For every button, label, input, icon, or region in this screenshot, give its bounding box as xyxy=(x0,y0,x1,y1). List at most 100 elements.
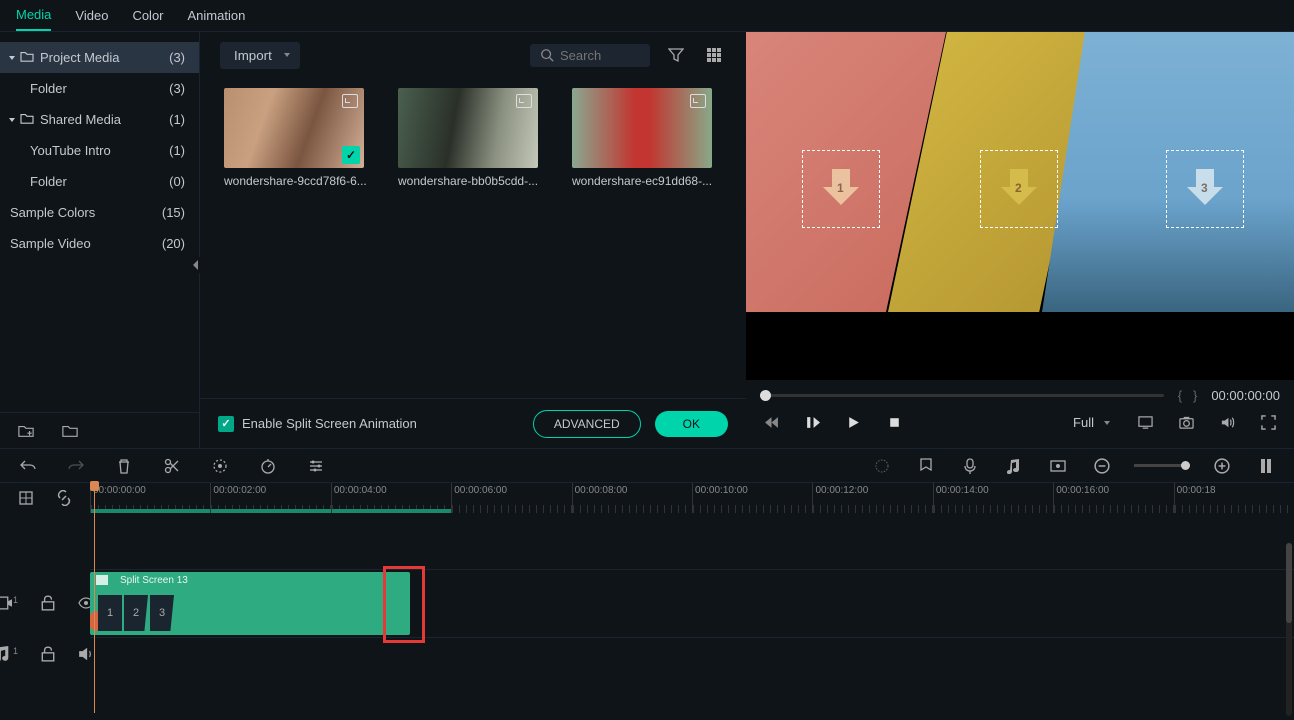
drop-zone-1[interactable]: 1 xyxy=(802,150,880,228)
thumb-name: wondershare-9ccd78f6-6... xyxy=(224,168,374,188)
ok-button[interactable]: OK xyxy=(655,411,728,437)
sidebar-item-sample-colors[interactable]: Sample Colors (15) xyxy=(0,197,199,228)
video-track-row: 1 Split Screen 13 1 2 3 xyxy=(0,569,1294,637)
enable-split-screen-checkbox[interactable]: ✓ xyxy=(218,416,234,432)
voiceover-icon[interactable] xyxy=(958,454,982,478)
main-row: Project Media (3) Folder (3) Shared Medi… xyxy=(0,32,1294,448)
link-icon[interactable] xyxy=(52,486,76,510)
check-icon: ✓ xyxy=(342,146,360,164)
volume-icon[interactable] xyxy=(1216,411,1239,434)
sidebar-count: (3) xyxy=(169,50,185,65)
sidebar-item-shared-media[interactable]: Shared Media (1) xyxy=(0,104,199,135)
grid-view-icon[interactable] xyxy=(702,43,726,67)
track-video-icon[interactable]: 1 xyxy=(0,591,22,615)
delete-icon[interactable] xyxy=(112,454,136,478)
import-button[interactable]: Import xyxy=(220,42,300,69)
display-icon[interactable] xyxy=(1134,411,1157,434)
timecode-display: 00:00:00:00 xyxy=(1211,388,1280,403)
tab-video[interactable]: Video xyxy=(75,1,108,30)
zoom-fit-icon[interactable] xyxy=(1254,454,1278,478)
sidebar-item-youtube-intro[interactable]: YouTube Intro (1) xyxy=(0,135,199,166)
media-thumb-2[interactable]: wondershare-bb0b5cdd-... xyxy=(398,88,548,188)
media-thumb-1[interactable]: ✓ wondershare-9ccd78f6-6... xyxy=(224,88,374,188)
folder-icon[interactable] xyxy=(58,419,82,443)
sidebar-label: YouTube Intro xyxy=(30,143,111,158)
timeline-clip[interactable]: Split Screen 13 1 2 3 xyxy=(90,572,410,635)
sidebar-label: Sample Video xyxy=(10,236,91,251)
folder-icon xyxy=(20,112,34,127)
scrub-slider[interactable] xyxy=(760,394,1164,397)
record-icon[interactable] xyxy=(1046,454,1070,478)
fullscreen-icon[interactable] xyxy=(1257,411,1280,434)
sidebar-item-folder-1[interactable]: Folder (3) xyxy=(0,73,199,104)
sidebar-count: (0) xyxy=(169,174,185,189)
sidebar-count: (1) xyxy=(169,143,185,158)
drop-zone-3[interactable]: 3 xyxy=(1166,150,1244,228)
sidebar-count: (20) xyxy=(162,236,185,251)
media-thumb-3[interactable]: wondershare-ec91dd68-... xyxy=(572,88,722,188)
media-panel: Import ✓ wondershare-9ccd78f6-6... wonde… xyxy=(200,32,746,448)
undo-icon[interactable] xyxy=(16,454,40,478)
adjust-icon[interactable] xyxy=(304,454,328,478)
playhead[interactable] xyxy=(94,483,95,713)
preview-canvas[interactable]: 1 2 3 xyxy=(746,32,1294,380)
tab-animation[interactable]: Animation xyxy=(188,1,246,30)
sidebar-label: Sample Colors xyxy=(10,205,95,220)
zoom-out-icon[interactable] xyxy=(1090,454,1114,478)
split-screen-clip-icon xyxy=(96,575,108,585)
play-icon[interactable] xyxy=(842,411,865,434)
arrow-down-icon: 2 xyxy=(997,167,1041,211)
arrow-down-icon: 1 xyxy=(819,167,863,211)
track-audio-icon[interactable]: 1 xyxy=(0,642,22,666)
clip-seg-1: 1 xyxy=(98,595,122,631)
zoom-in-icon[interactable] xyxy=(1210,454,1234,478)
redo-icon[interactable] xyxy=(64,454,88,478)
search-field[interactable] xyxy=(560,48,640,63)
sidebar-label: Project Media xyxy=(40,50,119,65)
filter-icon[interactable] xyxy=(664,43,688,67)
clip-seg-3: 3 xyxy=(150,595,174,631)
tab-color[interactable]: Color xyxy=(132,1,163,30)
play-pause-icon[interactable] xyxy=(801,411,824,434)
tab-media[interactable]: Media xyxy=(16,0,51,31)
search-icon xyxy=(540,48,554,62)
arrow-down-icon: 3 xyxy=(1183,167,1227,211)
clip-seg-2: 2 xyxy=(124,595,148,631)
top-tab-bar: Media Video Color Animation xyxy=(0,0,1294,32)
stop-icon[interactable] xyxy=(883,411,906,434)
search-input[interactable] xyxy=(530,44,650,67)
clip-type-icon xyxy=(690,94,706,108)
drop-zone-2[interactable]: 2 xyxy=(980,150,1058,228)
prev-frame-icon[interactable] xyxy=(760,411,783,434)
timeline-scrollbar[interactable] xyxy=(1286,543,1292,716)
lock-icon[interactable] xyxy=(36,591,60,615)
audio-mixer-icon[interactable] xyxy=(1002,454,1026,478)
crop-icon[interactable] xyxy=(208,454,232,478)
mark-in-out-icon[interactable]: { } xyxy=(1178,388,1198,403)
clip-type-icon xyxy=(342,94,358,108)
snapshot-icon[interactable] xyxy=(1175,411,1198,434)
thumb-name: wondershare-bb0b5cdd-... xyxy=(398,168,548,188)
sidebar-label: Folder xyxy=(30,81,67,96)
zoom-slider[interactable] xyxy=(1134,464,1190,467)
preview-mode-dropdown[interactable]: Full xyxy=(1073,415,1116,430)
media-sidebar: Project Media (3) Folder (3) Shared Medi… xyxy=(0,32,200,448)
render-icon[interactable] xyxy=(870,454,894,478)
clip-name: Split Screen 13 xyxy=(90,572,410,589)
lock-icon[interactable] xyxy=(36,642,60,666)
sidebar-label: Folder xyxy=(30,174,67,189)
marker-icon[interactable] xyxy=(914,454,938,478)
audio-track-row: 1 xyxy=(0,637,1294,671)
split-icon[interactable] xyxy=(160,454,184,478)
sidebar-item-project-media[interactable]: Project Media (3) xyxy=(0,42,199,73)
sidebar-collapse-handle[interactable] xyxy=(190,257,200,273)
sidebar-count: (3) xyxy=(169,81,185,96)
sidebar-item-sample-video[interactable]: Sample Video (20) xyxy=(0,228,199,259)
sidebar-label: Shared Media xyxy=(40,112,121,127)
timeline-ruler[interactable]: 00:00:00:0000:00:02:0000:00:04:0000:00:0… xyxy=(90,483,1294,513)
sidebar-item-folder-2[interactable]: Folder (0) xyxy=(0,166,199,197)
advanced-button[interactable]: ADVANCED xyxy=(533,410,641,438)
speed-icon[interactable] xyxy=(256,454,280,478)
track-manager-icon[interactable] xyxy=(14,486,38,510)
new-folder-icon[interactable] xyxy=(14,419,38,443)
